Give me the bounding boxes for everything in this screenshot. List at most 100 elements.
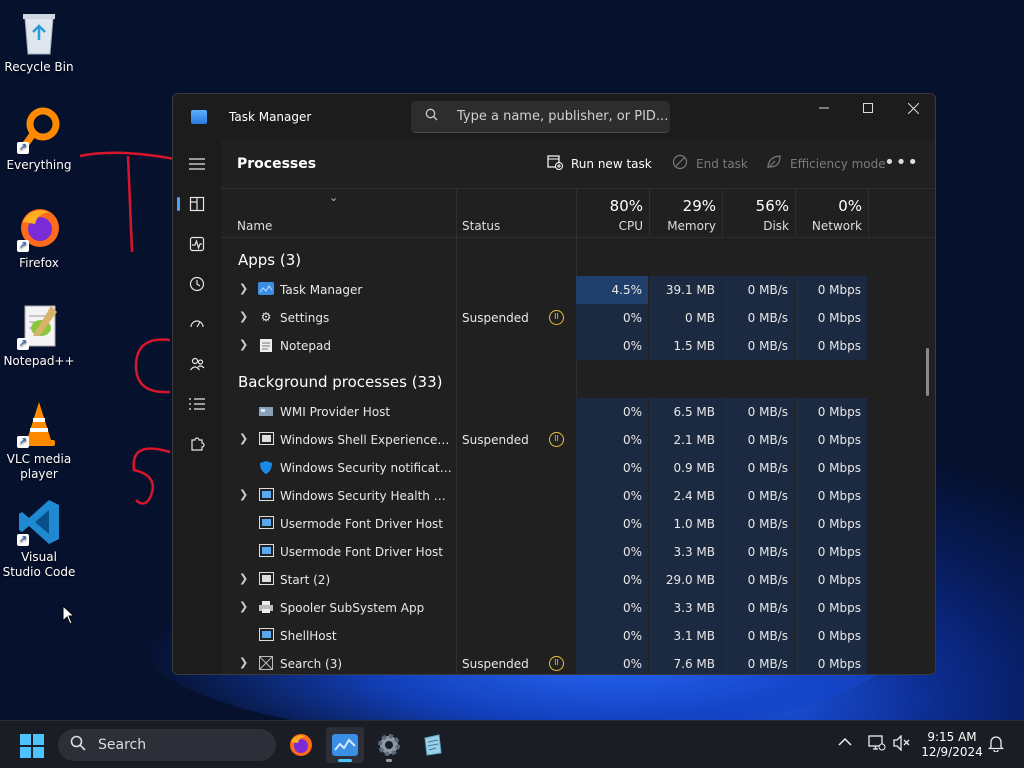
taskbar-settings[interactable] [370, 727, 408, 763]
column-name[interactable]: Name [231, 189, 456, 239]
vscode-icon: ↗ [17, 498, 61, 546]
sidebar-item-performance[interactable] [181, 228, 213, 260]
history-icon [189, 276, 205, 292]
details-list-icon [189, 398, 205, 410]
page-title: Processes [237, 156, 317, 172]
more-options-button[interactable]: ••• [884, 152, 919, 173]
start-button[interactable] [20, 734, 44, 758]
column-disk[interactable]: 56% Disk [722, 189, 795, 239]
table-row[interactable]: WMI Provider Host 0% 6.5 MB 0 MB/s 0 Mbp… [221, 398, 921, 426]
run-new-task-icon [547, 154, 563, 174]
hamburger-menu-button[interactable] [181, 148, 213, 180]
desktop-icon-label: VLC media player [6, 452, 72, 481]
mouse-cursor-icon [62, 605, 74, 625]
taskbar-search-label: Search [98, 737, 147, 753]
search-box[interactable]: Type a name, publisher, or PID... [411, 101, 670, 133]
settings-gear-icon: ⚙ [260, 310, 272, 324]
title-bar[interactable]: Task Manager Type a name, publisher, or … [173, 94, 935, 140]
taskbar-firefox[interactable] [282, 727, 320, 763]
task-manager-window: Task Manager Type a name, publisher, or … [172, 93, 936, 675]
sidebar-item-services[interactable] [181, 428, 213, 460]
command-bar: Processes Run new task End task Efficien… [221, 140, 935, 188]
desktop-icon-label: Everything [6, 158, 72, 172]
expand-chevron-icon[interactable]: ❯ [239, 656, 248, 669]
minimize-button[interactable] [801, 94, 847, 122]
table-row[interactable]: ❯ Windows Shell Experience Host Suspende… [221, 426, 921, 454]
expand-chevron-icon[interactable]: ❯ [239, 432, 248, 445]
table-row[interactable]: ❯ Task Manager 4.5% 39.1 MB 0 MB/s 0 Mbp… [221, 276, 921, 304]
desktop-icon-label: Visual Studio Code [2, 550, 76, 579]
desktop-icon-notepad-plus-plus[interactable]: ↗ Notepad++ [1, 302, 77, 369]
group-header-apps[interactable]: Apps (3) [221, 238, 921, 276]
table-row[interactable]: ❯ Windows Security Health Service 0% 2.4… [221, 482, 921, 510]
window-app-icon [258, 488, 274, 502]
vertical-scrollbar[interactable] [926, 348, 929, 396]
firefox-icon [290, 734, 312, 756]
process-list: Apps (3) ❯ Task Manager 4.5% 39.1 MB 0 M… [221, 238, 935, 674]
expand-chevron-icon[interactable]: ❯ [239, 338, 248, 351]
expand-chevron-icon[interactable]: ❯ [239, 310, 248, 323]
desktop-icon-vscode[interactable]: ↗ Visual Studio Code [1, 498, 77, 580]
window-app-icon [258, 572, 274, 586]
maximize-icon [863, 103, 873, 113]
desktop-icon-label: Firefox [19, 256, 59, 270]
close-icon [907, 102, 919, 114]
table-row[interactable]: ❯ Notepad 0% 1.5 MB 0 MB/s 0 Mbps [221, 332, 921, 360]
network-tray-button[interactable] [868, 735, 886, 755]
firefox-icon: ↗ [17, 204, 61, 252]
network-monitor-icon [868, 735, 886, 751]
sidebar-item-users[interactable] [181, 348, 213, 380]
notepad-plus-plus-icon: ↗ [17, 302, 61, 350]
desktop-icon-everything[interactable]: ↗ Everything [1, 106, 77, 173]
table-row[interactable]: ❯ Start (2) 0% 29.0 MB 0 MB/s 0 Mbps [221, 566, 921, 594]
services-puzzle-icon [191, 437, 205, 451]
expand-chevron-icon[interactable]: ❯ [239, 572, 248, 585]
shortcut-arrow-icon: ↗ [17, 240, 29, 252]
end-task-button[interactable]: End task [672, 154, 748, 174]
volume-tray-button[interactable] [893, 734, 911, 755]
expand-chevron-icon[interactable]: ❯ [239, 488, 248, 501]
table-row[interactable]: ShellHost 0% 3.1 MB 0 MB/s 0 Mbps [221, 622, 921, 650]
sidebar-item-processes[interactable] [177, 188, 213, 220]
desktop-icon-vlc[interactable]: ↗ VLC media player [1, 400, 77, 482]
close-button[interactable] [890, 94, 935, 122]
maximize-button[interactable] [845, 94, 891, 122]
desktop-icon-firefox[interactable]: ↗ Firefox [1, 204, 77, 271]
table-row[interactable]: Usermode Font Driver Host 0% 3.3 MB 0 MB… [221, 538, 921, 566]
expand-chevron-icon[interactable]: ❯ [239, 600, 248, 613]
column-divider[interactable] [868, 189, 869, 239]
desktop-icon-recycle-bin[interactable]: Recycle Bin [1, 8, 77, 75]
sidebar-item-app-history[interactable] [181, 268, 213, 300]
efficiency-mode-label: Efficiency mode [790, 157, 886, 171]
table-row[interactable]: ❯ Search (3) Suspended II 0% 7.6 MB 0 MB… [221, 650, 921, 674]
shortcut-arrow-icon: ↗ [17, 534, 29, 546]
clock[interactable]: 9:15 AM 12/9/2024 [916, 730, 988, 760]
more-dots-icon: ••• [884, 152, 919, 173]
suspended-pause-icon: II [549, 656, 564, 671]
column-status[interactable]: Status [456, 189, 576, 239]
show-hidden-icons-chevron[interactable] [838, 735, 852, 751]
taskbar-notepad[interactable] [414, 727, 452, 763]
efficiency-mode-button[interactable]: Efficiency mode [766, 154, 886, 174]
table-row[interactable]: Usermode Font Driver Host 0% 1.0 MB 0 MB… [221, 510, 921, 538]
taskbar-search[interactable]: Search [58, 729, 276, 761]
printer-icon [258, 600, 274, 614]
taskbar: Search 9:15 AM 12/9/2024 [0, 720, 1024, 768]
column-cpu[interactable]: 80% CPU [576, 189, 649, 239]
column-memory[interactable]: 29% Memory [649, 189, 722, 239]
run-new-task-button[interactable]: Run new task [547, 154, 652, 174]
sidebar-item-details[interactable] [181, 388, 213, 420]
end-task-label: End task [696, 157, 748, 171]
table-row[interactable]: ❯ Spooler SubSystem App 0% 3.3 MB 0 MB/s… [221, 594, 921, 622]
group-header-background[interactable]: Background processes (33) [221, 360, 921, 398]
suspended-pause-icon: II [549, 310, 564, 325]
window-app-icon [258, 628, 274, 642]
notifications-button[interactable] [987, 735, 1005, 756]
taskbar-task-manager[interactable] [326, 727, 364, 763]
suspended-pause-icon: II [549, 432, 564, 447]
expand-chevron-icon[interactable]: ❯ [239, 282, 248, 295]
table-row[interactable]: ❯ ⚙ Settings Suspended II 0% 0 MB 0 MB/s… [221, 304, 921, 332]
table-row[interactable]: Windows Security notification icon 0% 0.… [221, 454, 921, 482]
column-network[interactable]: 0% Network [795, 189, 868, 239]
sidebar-item-startup-apps[interactable] [181, 308, 213, 340]
